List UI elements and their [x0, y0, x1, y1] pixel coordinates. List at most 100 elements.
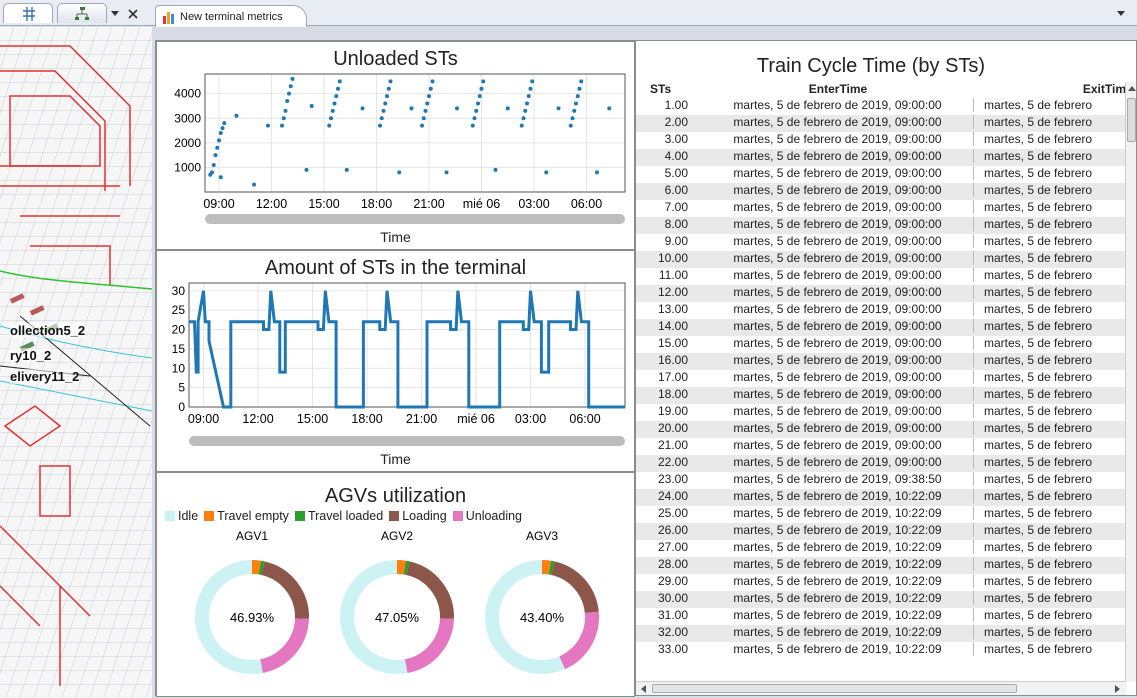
- table-row[interactable]: 11.00 martes, 5 de febrero de 2019, 09:00…: [636, 268, 1126, 285]
- table-cell: 27.00: [657, 540, 688, 554]
- plot-frame: [204, 73, 626, 193]
- table-row[interactable]: 27.00 martes, 5 de febrero de 2019, 10:22…: [636, 540, 1126, 557]
- table-cell: martes, 5 de febrero de 2019, 09:00:00: [702, 336, 974, 350]
- data-point: [505, 106, 510, 111]
- table-cell: 11.00: [658, 268, 688, 282]
- table-row[interactable]: 33.00 martes, 5 de febrero de 2019, 10:22…: [636, 642, 1126, 659]
- pie-center-label: 47.05%: [375, 610, 420, 625]
- table-row[interactable]: 23.00 martes, 5 de febrero de 2019, 09:38…: [636, 472, 1126, 489]
- table-row[interactable]: 10.00 martes, 5 de febrero de 2019, 09:00…: [636, 251, 1126, 268]
- table-header: STs EnterTime ExitTim: [636, 82, 1126, 98]
- data-point: [309, 103, 314, 108]
- data-point: [281, 116, 286, 121]
- table-cell: 22.00: [657, 455, 688, 469]
- data-point: [523, 108, 528, 113]
- table-row[interactable]: 7.00 martes, 5 de febrero de 2019, 09:00:…: [636, 200, 1126, 217]
- table-row[interactable]: 26.00 martes, 5 de febrero de 2019, 10:22…: [636, 523, 1126, 540]
- table-cell: martes, 5 de febrero: [984, 404, 1093, 418]
- data-point: [234, 113, 239, 118]
- table-row[interactable]: 8.00 martes, 5 de febrero de 2019, 09:00:…: [636, 217, 1126, 234]
- legend-swatch: [452, 511, 463, 521]
- time-scrollbar[interactable]: [205, 214, 625, 224]
- table-row[interactable]: 21.00 martes, 5 de febrero de 2019, 09:00…: [636, 438, 1126, 455]
- data-point: [336, 86, 340, 91]
- agv-utilization-panel: AGVs utilization Idle Travel empty Travel …: [156, 472, 635, 697]
- table-cell: martes, 5 de febrero: [984, 183, 1093, 197]
- table-row[interactable]: 2.00 martes, 5 de febrero de 2019, 09:00:…: [636, 115, 1126, 132]
- data-point: [428, 86, 433, 91]
- table-cell: martes, 5 de febrero de 2019, 09:00:00: [702, 455, 974, 469]
- table-row[interactable]: 14.00 martes, 5 de febrero de 2019, 09:00…: [636, 319, 1126, 336]
- table-cell: 29.00: [657, 574, 688, 588]
- x-tick-label: 18:00: [351, 412, 382, 426]
- y-tick-label: 30: [172, 284, 186, 298]
- pie-slice: [251, 560, 261, 575]
- table-cell: 7.00: [664, 200, 688, 214]
- column-header-entertime[interactable]: EnterTime: [702, 82, 974, 96]
- table-cell: martes, 5 de febrero: [984, 591, 1093, 605]
- data-point: [476, 101, 480, 106]
- close-icon[interactable]: [128, 9, 138, 19]
- table-cell: martes, 5 de febrero: [984, 370, 1093, 384]
- table-row[interactable]: 16.00 martes, 5 de febrero de 2019, 09:00…: [636, 353, 1126, 370]
- table-cell: martes, 5 de febrero de 2019, 09:38:50: [702, 472, 974, 486]
- scroll-thumb[interactable]: [1127, 98, 1136, 142]
- table-row[interactable]: 32.00 martes, 5 de febrero de 2019, 10:22…: [636, 625, 1126, 642]
- table-cell: martes, 5 de febrero: [984, 574, 1093, 588]
- table-cell: 8.00: [664, 217, 688, 231]
- x-tick-label: mié 06: [463, 197, 501, 211]
- table-row[interactable]: 17.00 martes, 5 de febrero de 2019, 09:00…: [636, 370, 1126, 387]
- table-row[interactable]: 19.00 martes, 5 de febrero de 2019, 09:00…: [636, 404, 1126, 421]
- scroll-up-icon[interactable]: [1127, 84, 1136, 94]
- table-row[interactable]: 1.00 martes, 5 de febrero de 2019, 09:00:…: [636, 98, 1126, 115]
- table-row[interactable]: 20.00 martes, 5 de febrero de 2019, 09:00…: [636, 421, 1126, 438]
- data-point: [290, 76, 295, 81]
- table-row[interactable]: 12.00 martes, 5 de febrero de 2019, 09:00…: [636, 285, 1126, 302]
- y-tick-label: 25: [172, 303, 186, 317]
- chevron-down-icon[interactable]: [110, 9, 120, 19]
- time-scrollbar[interactable]: [189, 436, 625, 446]
- 3d-layout-view[interactable]: ollection5_2 ry10_2 elivery11_2: [0, 26, 152, 698]
- tab-new-terminal-metrics[interactable]: New terminal metrics: [155, 5, 307, 27]
- data-point: [521, 116, 526, 121]
- column-header-exittime[interactable]: ExitTim: [978, 82, 1126, 96]
- y-tick-label: 4000: [174, 87, 201, 101]
- table-row[interactable]: 3.00 martes, 5 de febrero de 2019, 09:00:…: [636, 132, 1126, 149]
- x-tick-label: 15:00: [297, 412, 328, 426]
- table-row[interactable]: 24.00 martes, 5 de febrero de 2019, 10:22…: [636, 489, 1126, 506]
- table-row[interactable]: 18.00 martes, 5 de febrero de 2019, 09:00…: [636, 387, 1126, 404]
- layout-label: elivery11_2: [10, 369, 80, 384]
- table-row[interactable]: 15.00 martes, 5 de febrero de 2019, 09:00…: [636, 336, 1126, 353]
- table-row[interactable]: 4.00 martes, 5 de febrero de 2019, 09:00:…: [636, 149, 1126, 166]
- table-row[interactable]: 22.00 martes, 5 de febrero de 2019, 09:00…: [636, 455, 1126, 472]
- column-header-sts[interactable]: STs: [650, 82, 702, 96]
- table-cell: martes, 5 de febrero de 2019, 09:00:00: [702, 438, 974, 452]
- horizontal-scrollbar[interactable]: [636, 681, 1126, 695]
- tab-grid-view[interactable]: [3, 3, 53, 23]
- data-point: [360, 106, 365, 111]
- table-cell: martes, 5 de febrero: [984, 455, 1093, 469]
- table-row[interactable]: 31.00 martes, 5 de febrero de 2019, 10:22…: [636, 608, 1126, 625]
- table-row[interactable]: 25.00 martes, 5 de febrero de 2019, 10:22…: [636, 506, 1126, 523]
- table-row[interactable]: 29.00 martes, 5 de febrero de 2019, 10:22…: [636, 574, 1126, 591]
- scroll-right-icon[interactable]: [1112, 684, 1122, 694]
- table-row[interactable]: 30.00 martes, 5 de febrero de 2019, 10:22…: [636, 591, 1126, 608]
- y-tick-label: 20: [172, 323, 186, 337]
- table-row[interactable]: 9.00 martes, 5 de febrero de 2019, 09:00:…: [636, 234, 1126, 251]
- vertical-scrollbar[interactable]: [1125, 82, 1136, 682]
- data-point: [337, 79, 342, 84]
- chevron-down-icon[interactable]: [1116, 9, 1126, 19]
- grid-icon: [23, 7, 35, 21]
- table-cell: martes, 5 de febrero: [984, 353, 1093, 367]
- table-row[interactable]: 28.00 martes, 5 de febrero de 2019, 10:22…: [636, 557, 1126, 574]
- legend-item: Travel loaded: [294, 509, 383, 523]
- table-row[interactable]: 6.00 martes, 5 de febrero de 2019, 09:00:…: [636, 183, 1126, 200]
- scroll-left-icon[interactable]: [639, 684, 649, 694]
- table-row[interactable]: 13.00 martes, 5 de febrero de 2019, 09:00…: [636, 302, 1126, 319]
- table-cell: 17.00: [657, 370, 688, 384]
- pie-title: AGV1: [236, 529, 268, 543]
- scroll-thumb[interactable]: [652, 684, 1017, 693]
- legend-swatch: [204, 511, 215, 521]
- tab-tree-view[interactable]: [57, 3, 107, 23]
- table-row[interactable]: 5.00 martes, 5 de febrero de 2019, 09:00:…: [636, 166, 1126, 183]
